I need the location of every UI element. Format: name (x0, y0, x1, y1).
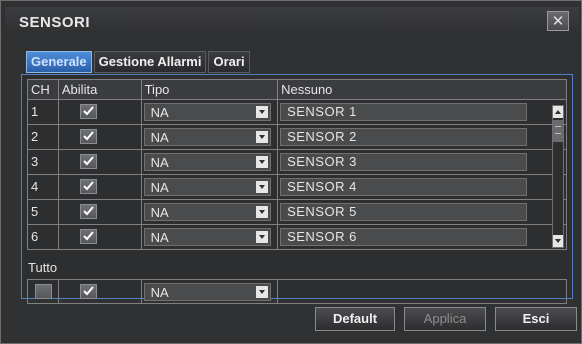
table-row: 5 NA SENSOR 5 (27, 200, 567, 225)
default-button[interactable]: Default (315, 307, 395, 331)
chevron-down-icon (255, 156, 268, 168)
scroll-down-icon[interactable] (553, 235, 563, 247)
enable-checkbox[interactable] (79, 229, 97, 244)
scroll-thumb[interactable] (553, 120, 563, 142)
sensor-name-field[interactable]: SENSOR 6 (280, 228, 528, 246)
tutto-type-select[interactable]: NA (143, 283, 271, 301)
title-bar: SENSORI ✕ (5, 7, 579, 35)
tutto-row: NA (27, 279, 567, 304)
sensor-name-field[interactable]: SENSOR 5 (280, 203, 528, 221)
check-icon (83, 156, 94, 166)
type-value: NA (150, 180, 169, 195)
chevron-down-icon (255, 131, 268, 143)
type-select[interactable]: NA (143, 103, 271, 121)
type-select[interactable]: NA (143, 203, 271, 221)
tab-panel: CH Abilita Tipo Nessuno 1 NA SENSOR 1 2 NA SE… (21, 74, 573, 304)
channel-number: 3 (31, 154, 39, 169)
table-row: 6 NA SENSOR 6 (27, 225, 567, 250)
tab-orari[interactable]: Orari (208, 51, 250, 73)
chevron-down-icon (255, 286, 268, 298)
type-select[interactable]: NA (143, 178, 271, 196)
table-header: CH Abilita Tipo Nessuno (27, 79, 567, 100)
table-row: 3 NA SENSOR 3 (27, 150, 567, 175)
type-select[interactable]: NA (143, 153, 271, 171)
tutto-enable-checkbox[interactable] (79, 284, 97, 299)
header-tipo: Tipo (142, 80, 279, 99)
channel-number: 2 (31, 129, 39, 144)
type-value: NA (150, 130, 169, 145)
tutto-label: Tutto (28, 260, 58, 275)
table-row: 1 NA SENSOR 1 (27, 100, 567, 125)
channel-number: 1 (31, 104, 39, 119)
chevron-down-icon (255, 206, 268, 218)
check-icon (83, 286, 94, 296)
header-ch: CH (28, 80, 59, 99)
tab-bar: Generale Gestione Allarmi Orari (26, 51, 250, 73)
channel-number: 5 (31, 204, 39, 219)
close-button[interactable]: ✕ (547, 11, 569, 31)
enable-checkbox[interactable] (79, 104, 97, 119)
type-select[interactable]: NA (143, 228, 271, 246)
tab-gestione-allarmi[interactable]: Gestione Allarmi (93, 51, 207, 73)
close-icon: ✕ (551, 13, 565, 30)
table-scrollbar[interactable] (552, 105, 564, 248)
sensor-name-field[interactable]: SENSOR 1 (280, 103, 528, 121)
applica-button[interactable]: Applica (404, 307, 486, 331)
sensor-name-field[interactable]: SENSOR 4 (280, 178, 528, 196)
enable-checkbox[interactable] (79, 179, 97, 194)
enable-checkbox[interactable] (79, 129, 97, 144)
chevron-down-icon (255, 231, 268, 243)
check-icon (83, 106, 94, 116)
dialog-title: SENSORI (19, 14, 91, 31)
type-value: NA (150, 155, 169, 170)
check-icon (83, 131, 94, 141)
check-icon (83, 231, 94, 241)
chevron-down-icon (255, 181, 268, 193)
type-select[interactable]: NA (143, 128, 271, 146)
tutto-select-checkbox[interactable] (35, 284, 52, 299)
sensor-table: CH Abilita Tipo Nessuno 1 NA SENSOR 1 2 NA SE… (27, 79, 567, 250)
type-value: NA (150, 105, 169, 120)
check-icon (83, 181, 94, 191)
enable-checkbox[interactable] (79, 204, 97, 219)
tutto-type-value: NA (150, 285, 169, 300)
channel-number: 6 (31, 229, 39, 244)
check-icon (83, 206, 94, 216)
type-value: NA (150, 230, 169, 245)
type-value: NA (150, 205, 169, 220)
esci-button[interactable]: Esci (495, 307, 577, 331)
header-nessuno: Nessuno (281, 82, 333, 97)
table-row: 4 NA SENSOR 4 (27, 175, 567, 200)
tab-generale[interactable]: Generale (26, 51, 92, 73)
enable-checkbox[interactable] (79, 154, 97, 169)
sensori-dialog: SENSORI ✕ Generale Gestione Allarmi Orar… (0, 0, 582, 344)
header-abilita: Abilita (59, 80, 142, 99)
chevron-down-icon (255, 106, 268, 118)
scroll-up-icon[interactable] (553, 106, 563, 118)
sensor-name-field[interactable]: SENSOR 2 (280, 128, 528, 146)
channel-number: 4 (31, 179, 39, 194)
sensor-name-field[interactable]: SENSOR 3 (280, 153, 528, 171)
table-row: 2 NA SENSOR 2 (27, 125, 567, 150)
